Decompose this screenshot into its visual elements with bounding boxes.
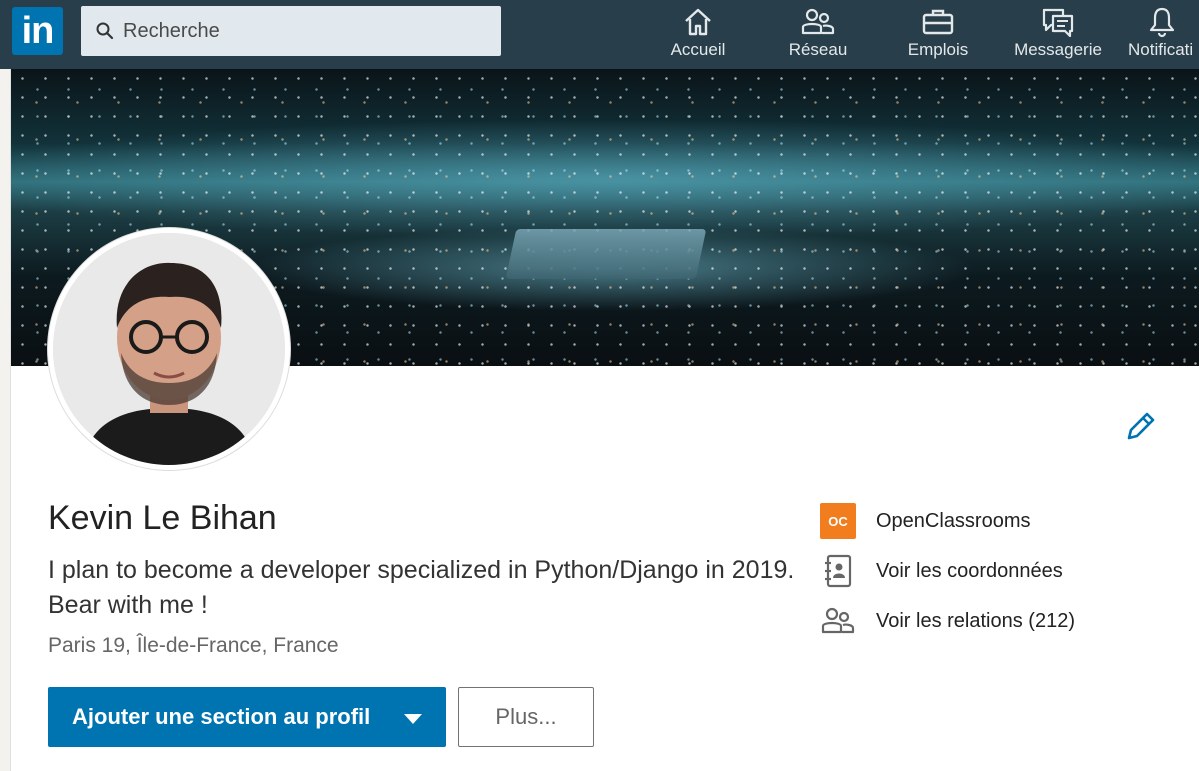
global-nav: in Accueil Réseau Emplois <box>0 0 1199 69</box>
contact-card-icon <box>825 554 852 588</box>
caret-down-icon <box>404 714 422 724</box>
openclassrooms-logo: OC <box>820 503 856 539</box>
search-bar[interactable] <box>81 6 501 56</box>
nav-messaging[interactable]: Messagerie <box>1003 4 1113 66</box>
banner-platform <box>505 229 707 279</box>
nav-notifications[interactable]: Notificati <box>1116 4 1199 66</box>
nav-notifications-label: Notificati <box>1128 40 1194 59</box>
add-profile-section-button[interactable]: Ajouter une section au profil <box>48 687 446 747</box>
connections-link[interactable]: Voir les relations (212) <box>819 596 1199 646</box>
nav-home[interactable]: Accueil <box>643 4 753 66</box>
more-button[interactable]: Plus... <box>458 687 594 747</box>
profile-location: Paris 19, Île-de-France, France <box>48 634 339 657</box>
profile-name: Kevin Le Bihan <box>48 499 277 537</box>
nav-jobs-label: Emplois <box>907 40 969 59</box>
profile-photo <box>53 233 285 465</box>
connections-icon <box>821 607 855 634</box>
contact-info-link[interactable]: Voir les coordonnées <box>819 546 1199 596</box>
home-icon <box>685 8 711 36</box>
company-name: OpenClassrooms <box>876 509 1031 532</box>
contact-info-label: Voir les coordonnées <box>876 559 1063 582</box>
briefcase-icon <box>922 9 954 35</box>
add-profile-section-label: Ajouter une section au profil <box>72 704 371 729</box>
nav-network[interactable]: Réseau <box>763 4 873 66</box>
nav-jobs[interactable]: Emplois <box>883 4 993 66</box>
messaging-icon <box>1042 8 1074 38</box>
profile-side-links: OC OpenClassrooms Voir les coordonnées V… <box>819 496 1199 646</box>
people-icon <box>801 8 835 35</box>
search-icon <box>96 22 114 40</box>
profile-top-card: Kevin Le Bihan I plan to become a develo… <box>10 69 1199 771</box>
edit-pencil-icon[interactable] <box>1123 410 1157 444</box>
company-link[interactable]: OC OpenClassrooms <box>819 496 1199 546</box>
nav-messaging-label: Messagerie <box>1014 40 1102 59</box>
nav-network-label: Réseau <box>788 40 848 59</box>
avatar[interactable] <box>48 228 290 470</box>
linkedin-logo[interactable]: in <box>12 7 63 55</box>
bell-icon <box>1149 7 1175 38</box>
profile-headline: I plan to become a developer specialized… <box>48 556 795 619</box>
connections-label: Voir les relations (212) <box>876 609 1075 632</box>
search-input[interactable] <box>123 19 483 43</box>
nav-home-label: Accueil <box>670 40 726 59</box>
